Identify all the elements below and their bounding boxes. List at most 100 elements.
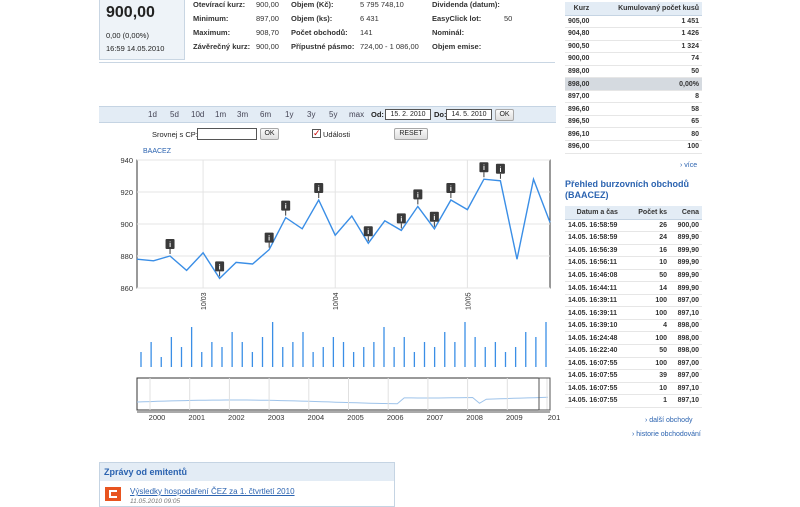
svg-text:i: i [450, 186, 452, 193]
date-from-input[interactable]: 15. 2. 2010 [385, 109, 431, 120]
events-checkbox[interactable]: ✓ [312, 129, 321, 138]
trade-cell: 897,10 [670, 306, 702, 320]
period-3m[interactable]: 3m [237, 110, 248, 119]
trade-cell: 100 [629, 294, 671, 308]
table-row: 14.05. 16:39:11 100 897,10 [565, 306, 702, 320]
cumulative-cell: 898,00 [565, 65, 598, 79]
trade-cell: 14.05. 16:46:08 [565, 269, 630, 283]
column-header-datetime: Datum a čas [565, 206, 630, 220]
trade-cell: 897,00 [670, 357, 702, 371]
period-max[interactable]: max [349, 110, 364, 119]
more-trades-link[interactable]: › další obchody [645, 417, 692, 424]
cumulative-cell: 900,50 [565, 40, 598, 54]
trade-cell: 14.05. 16:07:55 [565, 369, 630, 383]
period-1d[interactable]: 1d [148, 110, 157, 119]
trading-history-link[interactable]: › historie obchodování [632, 431, 701, 438]
trade-cell: 14 [629, 281, 671, 295]
period-6m[interactable]: 6m [260, 110, 271, 119]
cumulative-cell: 896,10 [565, 127, 598, 141]
stat-value-trade-count: 141 [360, 28, 373, 37]
period-5y[interactable]: 5y [329, 110, 337, 119]
quote-time: 16:59 14.05.2010 [106, 44, 165, 53]
table-row: 14.05. 16:56:39 16 899,90 [565, 244, 702, 258]
cumulative-orders-table: Kurz Kumulovaný počet kusů 905,00 1 451 90… [565, 2, 702, 154]
trade-cell: 26 [629, 219, 671, 233]
cumulative-cell: 896,50 [565, 115, 598, 129]
compare-ok-button[interactable]: OK [260, 128, 279, 140]
table-row: 14.05. 16:07:55 100 897,00 [565, 357, 702, 371]
compare-label: Srovnej s CP: [152, 130, 198, 139]
trade-cell: 899,90 [670, 231, 702, 245]
column-header-cumulative: Kumulovaný počet kusů [597, 2, 702, 16]
svg-text:i: i [268, 236, 270, 243]
reset-button[interactable]: RESET [394, 128, 428, 140]
news-date: 11.05.2010 09:05 [130, 498, 181, 505]
trade-cell: 14.05. 16:39:11 [565, 306, 630, 320]
table-row: 896,00 100 [565, 140, 702, 154]
trade-cell: 39 [629, 369, 671, 383]
stat-value-easyclick: 50 [504, 14, 513, 23]
stat-label-easyclick: EasyClick lot: [432, 14, 482, 23]
table-row: 14.05. 16:07:55 1 897,10 [565, 394, 702, 408]
cumulative-cell: 896,60 [565, 102, 598, 116]
table-row: 14.05. 16:56:11 10 899,90 [565, 256, 702, 270]
cumulative-cell: 898,00 [565, 77, 598, 91]
navigator-year-label: 2000 [149, 413, 166, 422]
x-tick-label: 10/03 [201, 292, 208, 310]
stat-value-min: 897,00 [256, 14, 279, 23]
period-1m[interactable]: 1m [215, 110, 226, 119]
cumulative-cell: 50 [597, 65, 702, 79]
x-tick-label: 10/04 [333, 292, 340, 310]
table-row: 898,00 50 [565, 65, 702, 79]
stat-label-volume-czk: Objem (Kč): [291, 0, 334, 9]
period-3y[interactable]: 3y [307, 110, 315, 119]
navigator-year-label: 2004 [307, 413, 324, 422]
trade-cell: 14.05. 16:07:55 [565, 382, 630, 396]
news-headline-link[interactable]: Výsledky hospodaření ČEZ za 1. čtvrtletí… [130, 487, 295, 496]
navigator-year-label: 2008 [466, 413, 483, 422]
navigator[interactable] [136, 377, 551, 411]
trade-cell: 14.05. 16:56:11 [565, 256, 630, 270]
more-link[interactable]: › více [680, 162, 697, 169]
cumulative-cell: 900,00 [565, 52, 598, 66]
navigator-year-label: 2003 [268, 413, 285, 422]
cumulative-cell: 1 426 [597, 27, 702, 41]
date-to-input[interactable]: 14. 5. 2010 [446, 109, 492, 120]
cumulative-cell: 8 [597, 90, 702, 104]
period-1y[interactable]: 1y [285, 110, 293, 119]
stat-label-nominal: Nominál: [432, 28, 465, 37]
cumulative-cell: 896,00 [565, 140, 598, 154]
compare-input[interactable] [197, 128, 257, 140]
table-row: 14.05. 16:44:11 14 899,90 [565, 281, 702, 295]
stat-label-max: Maximum: [193, 28, 231, 37]
news-header: Zprávy od emitentů [100, 463, 394, 481]
cumulative-cell: 905,00 [565, 15, 598, 29]
period-5d[interactable]: 5d [170, 110, 179, 119]
stat-label-open: Otevírací kurz: [193, 0, 246, 9]
cumulative-cell: 74 [597, 52, 702, 66]
stat-label-range: Přípustné pásmo: [291, 42, 355, 51]
stat-label-trade-count: Počet obchodů: [291, 28, 348, 37]
trade-cell: 14.05. 16:07:55 [565, 357, 630, 371]
trade-cell: 897,00 [670, 369, 702, 383]
navigator-year-label: 2006 [387, 413, 404, 422]
trade-cell: 14.05. 16:58:59 [565, 231, 630, 245]
svg-text:i: i [417, 192, 419, 199]
trade-cell: 100 [629, 357, 671, 371]
cumulative-cell: 897,00 [565, 90, 598, 104]
trade-cell: 16 [629, 244, 671, 258]
period-10d[interactable]: 10d [191, 110, 204, 119]
trade-cell: 100 [629, 331, 671, 345]
stat-value-volume-pcs: 6 431 [360, 14, 379, 23]
stats-divider [99, 62, 555, 63]
cumulative-cell: 80 [597, 127, 702, 141]
table-row: 14.05. 16:39:11 100 897,00 [565, 294, 702, 308]
cumulative-cell: 0,00% [597, 77, 702, 91]
date-ok-button[interactable]: OK [495, 109, 514, 121]
trade-cell: 14.05. 16:58:59 [565, 219, 630, 233]
column-header-price: Kurz [565, 2, 598, 16]
cumulative-cell: 1 451 [597, 15, 702, 29]
trade-cell: 4 [629, 319, 671, 333]
y-tick-label: 860 [120, 284, 133, 293]
svg-text:i: i [318, 186, 320, 193]
